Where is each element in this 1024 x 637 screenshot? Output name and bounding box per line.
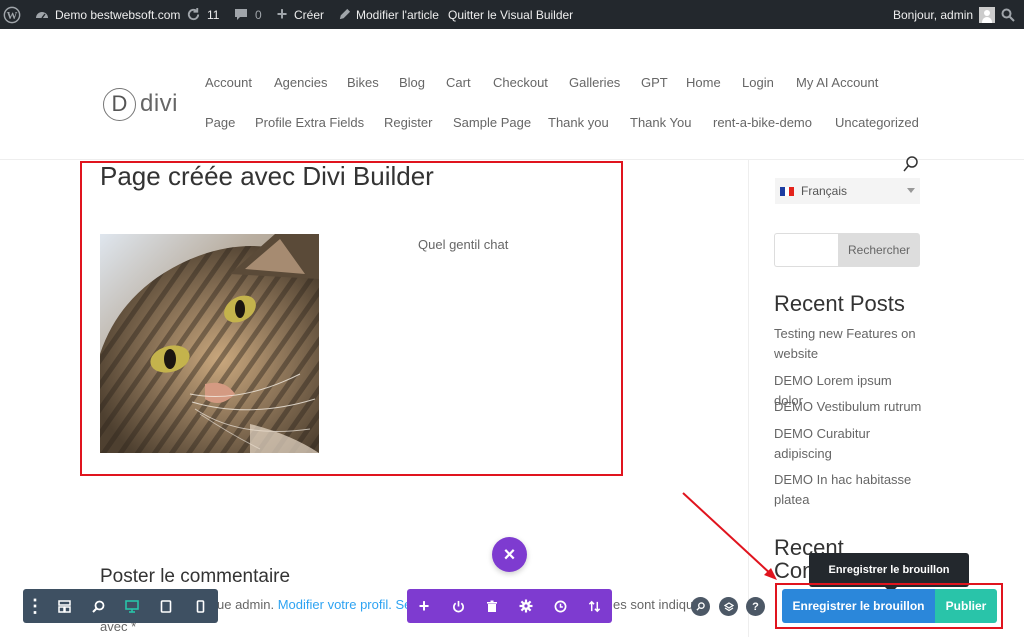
nav-item-profile-extra-fields[interactable]: Profile Extra Fields <box>255 115 364 130</box>
logo-circle: D <box>103 87 136 121</box>
tablet-view-icon[interactable] <box>149 589 183 623</box>
refresh-icon <box>185 7 201 22</box>
edit-post-link[interactable]: Modifier l'article <box>337 0 439 29</box>
site-header: D divi Account Agencies Bikes Blog Cart … <box>0 29 1024 160</box>
updates-count: 11 <box>207 7 220 22</box>
svg-text:W: W <box>7 10 18 22</box>
nav-item-uncategorized[interactable]: Uncategorized <box>835 115 919 130</box>
plus-icon: + <box>276 4 288 24</box>
site-name: Demo bestwebsoft.com <box>55 7 181 22</box>
gear-icon[interactable] <box>509 589 543 623</box>
my-account-link[interactable]: Bonjour, admin <box>893 0 996 29</box>
sidebar-search-input[interactable] <box>774 233 840 267</box>
language-switcher[interactable]: Français <box>775 178 920 204</box>
builder-view-bar: ⋮ <box>23 589 218 623</box>
builder-search-icon[interactable] <box>691 597 710 616</box>
edit-label: Modifier l'article <box>356 7 439 22</box>
layers-icon[interactable] <box>719 597 738 616</box>
more-options-icon[interactable]: ⋮ <box>23 589 47 623</box>
greeting: Bonjour, admin <box>893 7 974 22</box>
create-label: Créer <box>294 7 325 22</box>
nav-item-galleries[interactable]: Galleries <box>569 75 620 90</box>
recent-posts-title: Recent Posts <box>774 291 905 316</box>
trash-icon[interactable] <box>475 589 509 623</box>
exit-visual-builder-link[interactable]: Quitter le Visual Builder <box>448 0 573 29</box>
updates-link[interactable]: 11 <box>185 0 219 29</box>
comments-link[interactable]: 0 <box>233 0 262 29</box>
nav-item-gpt[interactable]: GPT <box>641 75 668 90</box>
nav-item-thank-you-upper[interactable]: Thank You <box>630 115 691 130</box>
recent-post-link[interactable]: DEMO Vestibulum rutrum <box>774 397 924 417</box>
nav-item-agencies[interactable]: Agencies <box>274 75 327 90</box>
nav-item-rent-a-bike-demo[interactable]: rent-a-bike-demo <box>713 115 812 130</box>
recent-post-link[interactable]: Testing new Features on website <box>774 324 924 364</box>
exit-label: Quitter le Visual Builder <box>448 7 574 22</box>
wordpress-logo-icon[interactable]: W <box>3 0 23 29</box>
history-icon[interactable] <box>543 589 577 623</box>
wireframe-view-icon[interactable] <box>47 589 81 623</box>
desktop-view-icon[interactable] <box>115 589 149 623</box>
logo-text: divi <box>140 90 179 117</box>
tooltip-text: Enregistrer le brouillon <box>828 564 950 576</box>
comment-required-text: es sont indiqu <box>613 597 694 612</box>
sidebar-search-button[interactable]: Rechercher <box>838 233 920 267</box>
close-icon: × <box>503 543 516 566</box>
save-draft-tooltip: Enregistrer le brouillon <box>809 553 969 593</box>
zoom-icon[interactable] <box>81 589 115 623</box>
nav-item-sample-page[interactable]: Sample Page <box>453 115 531 130</box>
close-builder-button[interactable]: × <box>492 537 527 572</box>
nav-item-page[interactable]: Page <box>205 115 235 130</box>
recent-post-link[interactable]: DEMO In hac habitasse platea <box>774 470 924 510</box>
nav-item-login[interactable]: Login <box>742 75 774 90</box>
nav-item-cart[interactable]: Cart <box>446 75 471 90</box>
comments-count: 0 <box>255 7 262 22</box>
nav-item-bikes[interactable]: Bikes <box>347 75 379 90</box>
admin-search-icon[interactable] <box>1001 0 1015 29</box>
dashboard-icon <box>34 8 50 22</box>
recent-post-link[interactable]: DEMO Curabitur adipiscing <box>774 424 894 464</box>
add-icon[interactable]: + <box>407 589 441 623</box>
nav-item-thank-you-lower[interactable]: Thank you <box>548 115 609 130</box>
nav-item-register[interactable]: Register <box>384 115 432 130</box>
site-name-link[interactable]: Demo bestwebsoft.com <box>34 0 180 29</box>
chevron-down-icon <box>907 188 915 193</box>
edit-profile-link[interactable]: Modifier votre profil. <box>278 597 392 612</box>
comment-bubble-icon <box>233 8 249 22</box>
language-label: Français <box>801 184 848 198</box>
divi-logo[interactable]: D divi <box>103 86 178 122</box>
nav-item-home[interactable]: Home <box>686 75 721 90</box>
phone-view-icon[interactable] <box>183 589 217 623</box>
comment-prefix: ue admin. <box>217 597 275 612</box>
nav-item-account[interactable]: Account <box>205 75 252 90</box>
highlight-save-box <box>775 583 1003 629</box>
new-content-link[interactable]: + Créer <box>275 0 324 29</box>
help-icon[interactable]: ? <box>746 597 765 616</box>
highlight-content-box <box>80 161 623 476</box>
nav-item-my-ai-account[interactable]: My AI Account <box>796 75 878 90</box>
comment-logged-in-text: ue admin. Modifier votre profil. Se <box>217 597 411 612</box>
avatar <box>979 6 996 23</box>
portability-icon[interactable] <box>577 589 611 623</box>
comment-heading: Poster le commentaire <box>100 566 291 587</box>
nav-item-checkout[interactable]: Checkout <box>493 75 548 90</box>
pencil-icon <box>337 8 351 21</box>
nav-item-blog[interactable]: Blog <box>399 75 425 90</box>
power-icon[interactable] <box>441 589 475 623</box>
wp-admin-bar: W Demo bestwebsoft.com 11 0 + Créer Modi… <box>0 0 1024 29</box>
french-flag-icon <box>780 186 795 196</box>
builder-page-actions-bar: + <box>407 589 612 623</box>
logo-letter: D <box>111 91 128 116</box>
header-search-icon[interactable] <box>903 155 919 178</box>
annotation-arrow <box>682 492 777 580</box>
